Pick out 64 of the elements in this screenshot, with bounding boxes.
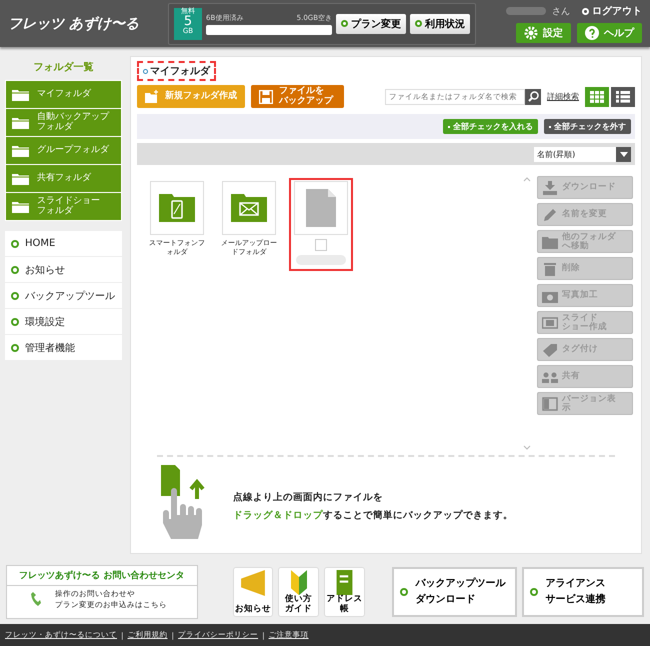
drop-hint-text: 点線より上の画面内にファイルを bbox=[233, 490, 384, 505]
phone-icon bbox=[31, 592, 41, 606]
folder-item[interactable]: マイフォルダ bbox=[6, 81, 121, 108]
logo: フレッツ あずけ〜る bbox=[8, 14, 140, 32]
search-icon bbox=[528, 91, 538, 102]
download-icon bbox=[542, 180, 558, 194]
folder-item[interactable]: 共有フォルダ bbox=[6, 165, 121, 192]
trash-icon bbox=[542, 262, 558, 276]
nav-link[interactable]: 管理者機能 bbox=[5, 335, 122, 360]
leaf-icon bbox=[290, 570, 307, 596]
folder-item[interactable]: スライドショーフォルダ bbox=[6, 193, 121, 220]
uncheck-all-button[interactable]: 全部チェックを外す bbox=[544, 119, 631, 134]
folder-icon bbox=[12, 88, 29, 100]
phone-folder-icon bbox=[159, 194, 195, 222]
folder-item[interactable]: グループフォルダ bbox=[6, 137, 121, 164]
file-checkbox[interactable] bbox=[315, 239, 327, 251]
book-icon bbox=[542, 396, 558, 410]
pencil-icon bbox=[542, 208, 558, 222]
scroll-down-icon[interactable] bbox=[523, 445, 531, 451]
plan-button[interactable]: プラン変更 bbox=[336, 14, 406, 34]
grid-icon bbox=[590, 90, 604, 102]
scroll-up-icon[interactable] bbox=[523, 176, 531, 182]
new-folder-icon bbox=[145, 90, 159, 103]
grid-view-button[interactable] bbox=[585, 86, 609, 106]
list-view-button[interactable] bbox=[611, 86, 635, 106]
list-icon bbox=[616, 90, 630, 102]
help-icon bbox=[585, 26, 599, 40]
caret-icon bbox=[616, 146, 631, 162]
folder-icon bbox=[12, 116, 29, 128]
plan-button[interactable]: 利用状況 bbox=[410, 14, 470, 34]
user-name-blur bbox=[506, 7, 546, 15]
nav-link[interactable]: お知らせ bbox=[5, 257, 122, 282]
drop-hint-text: ドラッグ＆ドロップすることで簡単にバックアップできます。 bbox=[233, 508, 513, 523]
folder-icon bbox=[542, 234, 558, 248]
folder-list-title: フォルダ一覧 bbox=[32, 60, 94, 75]
logout-link[interactable]: ログアウト bbox=[582, 4, 642, 18]
settings-icon bbox=[524, 26, 538, 40]
service-button[interactable]: バックアップツールダウンロード bbox=[392, 567, 517, 617]
nav-link[interactable]: 環境設定 bbox=[5, 309, 122, 334]
address-book-tile[interactable]: アドレス帳 bbox=[324, 567, 365, 617]
folder-icon bbox=[12, 200, 29, 212]
breadcrumb: マイフォルダ bbox=[137, 61, 216, 81]
document-icon bbox=[306, 189, 336, 227]
megaphone-icon bbox=[240, 570, 265, 596]
sort-dropdown[interactable]: 名前(昇順) bbox=[534, 146, 631, 162]
service-button[interactable]: アライアンスサービス連携 bbox=[522, 567, 644, 617]
folder-item[interactable]: 自動バックアップフォルダ bbox=[6, 109, 121, 136]
guide-tile[interactable]: 使い方ガイド bbox=[278, 567, 319, 617]
film-icon bbox=[542, 316, 558, 330]
mail-folder-icon bbox=[231, 194, 267, 222]
people-icon bbox=[542, 370, 558, 384]
search-button[interactable] bbox=[525, 88, 541, 104]
news-tile[interactable]: お知らせ bbox=[232, 567, 274, 617]
nav-link[interactable]: バックアップツール bbox=[5, 283, 122, 308]
advanced-search-link[interactable]: 詳細検索 bbox=[547, 91, 579, 102]
user-suffix: さん bbox=[552, 6, 570, 18]
notebook-icon bbox=[336, 570, 353, 596]
contact-title: フレッツあずけ〜る お問い合わせセンタ bbox=[7, 566, 197, 586]
nav-link[interactable]: HOME bbox=[5, 231, 122, 256]
folder-icon bbox=[12, 144, 29, 156]
folder-icon bbox=[12, 172, 29, 184]
tag-icon bbox=[542, 342, 558, 356]
file-tile[interactable] bbox=[289, 178, 353, 271]
floppy-icon bbox=[259, 90, 273, 104]
